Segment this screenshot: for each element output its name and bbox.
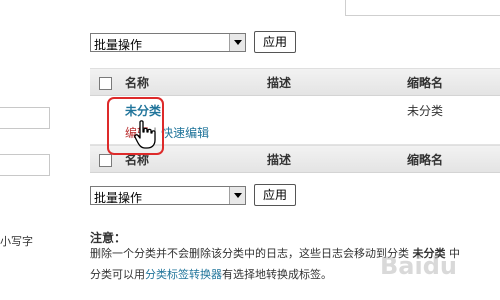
apply-button-bottom[interactable]: 应用 bbox=[254, 184, 296, 206]
note-text: 分类可以用分类标签转换器有选择地转换成标签。 bbox=[90, 266, 332, 282]
left-form-input[interactable] bbox=[0, 154, 50, 176]
note-text-part: 删除一个分类并不会删除该分类中的日志，这些日志会移动到分类 bbox=[90, 247, 409, 260]
watermark: Baidu bbox=[380, 252, 457, 280]
top-input-box[interactable] bbox=[345, 0, 500, 16]
hand-cursor-icon bbox=[134, 120, 156, 149]
bulk-actions-select-top[interactable]: 批量操作 bbox=[90, 33, 246, 52]
column-header-name[interactable]: 名称 bbox=[125, 74, 149, 91]
select-all-checkbox[interactable] bbox=[99, 154, 112, 167]
table-header: 名称 描述 缩略名 bbox=[90, 68, 500, 96]
column-header-slug[interactable]: 缩略名 bbox=[407, 151, 443, 168]
category-tag-converter-link[interactable]: 分类标签转换器 bbox=[145, 268, 222, 281]
left-form-input[interactable] bbox=[0, 107, 50, 129]
bulk-actions-value: 批量操作 bbox=[94, 191, 143, 205]
note-title: 注意： bbox=[90, 231, 127, 245]
bulk-actions-value: 批量操作 bbox=[94, 38, 143, 52]
column-header-slug[interactable]: 缩略名 bbox=[407, 74, 443, 91]
note-text-part: 分类可以用 bbox=[90, 268, 145, 281]
column-header-description[interactable]: 描述 bbox=[267, 74, 291, 91]
apply-button-top[interactable]: 应用 bbox=[254, 31, 296, 53]
column-header-description[interactable]: 描述 bbox=[267, 151, 291, 168]
chevron-down-icon[interactable] bbox=[229, 187, 245, 204]
select-all-checkbox[interactable] bbox=[99, 77, 112, 90]
note-text-part: 有选择地转换成标签。 bbox=[222, 268, 332, 281]
bulk-actions-select-bottom[interactable]: 批量操作 bbox=[90, 186, 246, 205]
category-slug: 未分类 bbox=[407, 104, 444, 118]
left-hint-text: 小写字 bbox=[0, 235, 33, 248]
chevron-down-icon[interactable] bbox=[229, 34, 245, 51]
quick-edit-link[interactable]: 快速编辑 bbox=[161, 126, 209, 140]
